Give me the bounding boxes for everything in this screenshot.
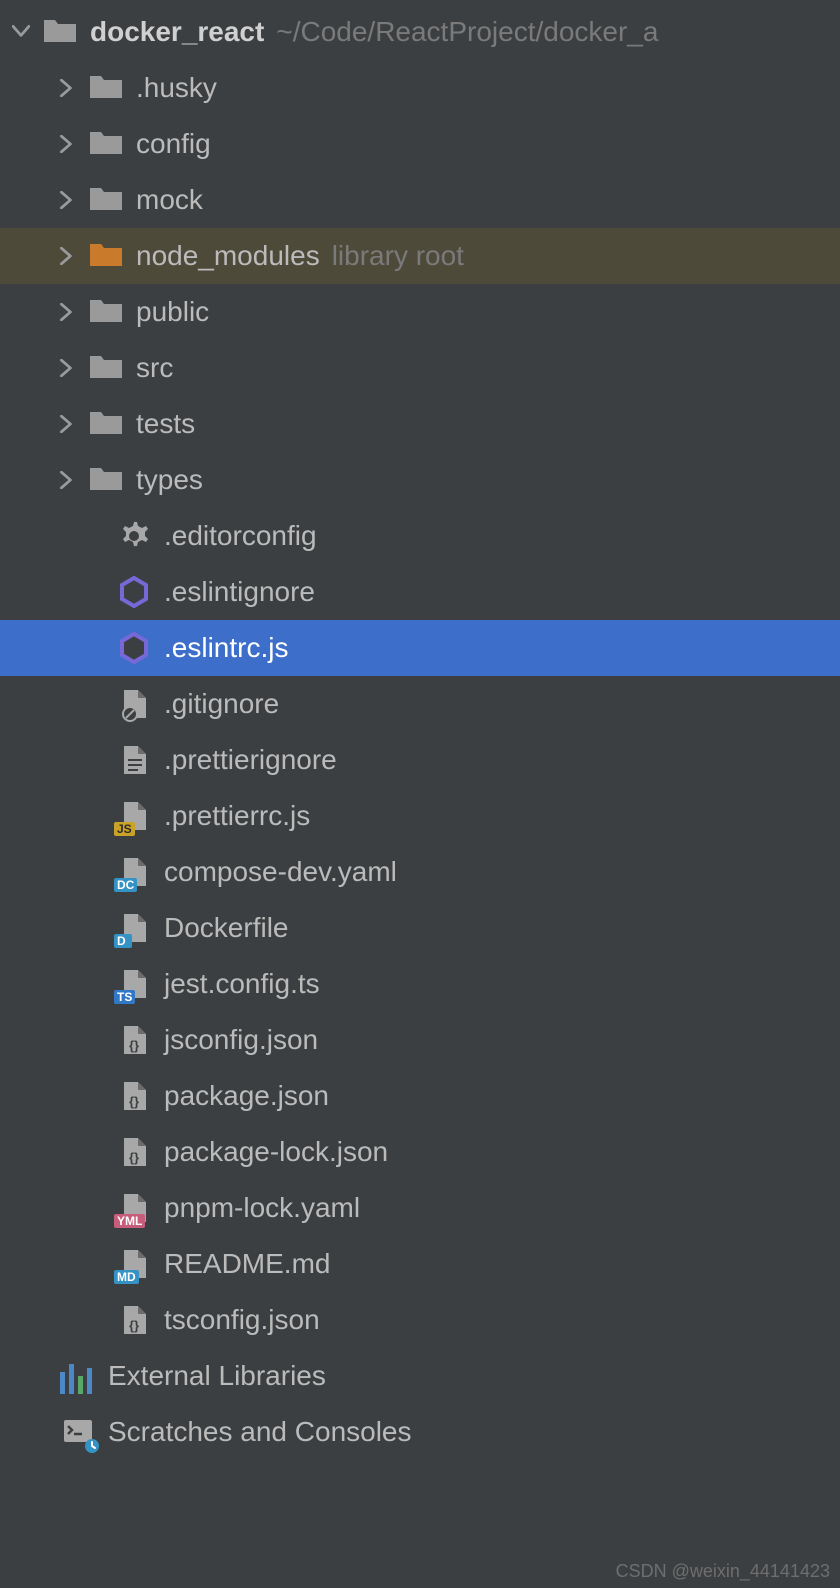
- folder-label: .husky: [136, 72, 217, 104]
- file-editorconfig[interactable]: .editorconfig: [0, 508, 840, 564]
- libraries-icon: [60, 1358, 96, 1394]
- folder-icon: [88, 294, 124, 330]
- chevron-right-icon[interactable]: [52, 415, 82, 433]
- folder-icon: [88, 406, 124, 442]
- file-eslintrc[interactable]: .eslintrc.js: [0, 620, 840, 676]
- folder-config[interactable]: config: [0, 116, 840, 172]
- scratches-label: Scratches and Consoles: [108, 1416, 412, 1448]
- file-compose[interactable]: DC compose-dev.yaml: [0, 844, 840, 900]
- folder-label: public: [136, 296, 209, 328]
- folder-src[interactable]: src: [0, 340, 840, 396]
- folder-public[interactable]: public: [0, 284, 840, 340]
- json-file-icon: [116, 1302, 152, 1338]
- file-eslintignore[interactable]: .eslintignore: [0, 564, 840, 620]
- json-file-icon: [116, 1022, 152, 1058]
- eslint-icon: [116, 574, 152, 610]
- folder-label: config: [136, 128, 211, 160]
- library-root-annotation: library root: [332, 240, 464, 272]
- ts-file-icon: TS: [116, 966, 152, 1002]
- file-jsconfig[interactable]: jsconfig.json: [0, 1012, 840, 1068]
- scratches-and-consoles[interactable]: Scratches and Consoles: [0, 1404, 840, 1460]
- dockerfile-icon: D: [116, 910, 152, 946]
- folder-icon: [88, 126, 124, 162]
- folder-icon: [88, 462, 124, 498]
- chevron-right-icon[interactable]: [52, 191, 82, 209]
- file-package[interactable]: package.json: [0, 1068, 840, 1124]
- file-label: README.md: [164, 1248, 330, 1280]
- file-pnpmlock[interactable]: YML pnpm-lock.yaml: [0, 1180, 840, 1236]
- folder-node-modules[interactable]: node_modules library root: [0, 228, 840, 284]
- folder-label: node_modules: [136, 240, 320, 272]
- file-label: .editorconfig: [164, 520, 317, 552]
- root-name: docker_react: [90, 16, 264, 48]
- file-label: .eslintignore: [164, 576, 315, 608]
- js-file-icon: JS: [116, 798, 152, 834]
- file-label: Dockerfile: [164, 912, 288, 944]
- folder-types[interactable]: types: [0, 452, 840, 508]
- file-label: package-lock.json: [164, 1136, 388, 1168]
- watermark: CSDN @weixin_44141423: [616, 1561, 830, 1582]
- file-label: jsconfig.json: [164, 1024, 318, 1056]
- folder-mock[interactable]: mock: [0, 172, 840, 228]
- root-path: ~/Code/ReactProject/docker_a: [276, 16, 658, 48]
- chevron-right-icon[interactable]: [52, 247, 82, 265]
- file-gitignore[interactable]: .gitignore: [0, 676, 840, 732]
- file-dockerfile[interactable]: D Dockerfile: [0, 900, 840, 956]
- file-label: jest.config.ts: [164, 968, 320, 1000]
- file-label: .gitignore: [164, 688, 279, 720]
- chevron-right-icon[interactable]: [52, 135, 82, 153]
- folder-label: types: [136, 464, 203, 496]
- json-file-icon: [116, 1078, 152, 1114]
- docker-compose-icon: DC: [116, 854, 152, 890]
- markdown-file-icon: MD: [116, 1246, 152, 1282]
- file-prettierrc[interactable]: JS .prettierrc.js: [0, 788, 840, 844]
- folder-icon: [88, 70, 124, 106]
- chevron-right-icon[interactable]: [52, 303, 82, 321]
- folder-icon: [88, 238, 124, 274]
- chevron-down-icon[interactable]: [6, 23, 36, 41]
- folder-icon: [88, 350, 124, 386]
- file-readme[interactable]: MD README.md: [0, 1236, 840, 1292]
- scratches-icon: [60, 1414, 96, 1450]
- file-tsconfig[interactable]: tsconfig.json: [0, 1292, 840, 1348]
- folder-husky[interactable]: .husky: [0, 60, 840, 116]
- folder-label: mock: [136, 184, 203, 216]
- yaml-file-icon: YML: [116, 1190, 152, 1226]
- folder-icon: [42, 14, 78, 50]
- external-libraries-label: External Libraries: [108, 1360, 326, 1392]
- gear-icon: [116, 518, 152, 554]
- file-label: .eslintrc.js: [164, 632, 288, 664]
- external-libraries[interactable]: External Libraries: [0, 1348, 840, 1404]
- file-prettierignore[interactable]: .prettierignore: [0, 732, 840, 788]
- tree-root[interactable]: docker_react ~/Code/ReactProject/docker_…: [0, 4, 840, 60]
- json-file-icon: [116, 1134, 152, 1170]
- file-label: pnpm-lock.yaml: [164, 1192, 360, 1224]
- file-packagelock[interactable]: package-lock.json: [0, 1124, 840, 1180]
- file-label: compose-dev.yaml: [164, 856, 397, 888]
- chevron-right-icon[interactable]: [52, 471, 82, 489]
- file-label: tsconfig.json: [164, 1304, 320, 1336]
- chevron-right-icon[interactable]: [52, 79, 82, 97]
- file-label: .prettierignore: [164, 744, 337, 776]
- folder-tests[interactable]: tests: [0, 396, 840, 452]
- file-label: package.json: [164, 1080, 329, 1112]
- file-jestconfig[interactable]: TS jest.config.ts: [0, 956, 840, 1012]
- project-tree: docker_react ~/Code/ReactProject/docker_…: [0, 0, 840, 1460]
- file-label: .prettierrc.js: [164, 800, 310, 832]
- eslint-icon: [116, 630, 152, 666]
- folder-label: tests: [136, 408, 195, 440]
- file-ignore-icon: [116, 686, 152, 722]
- chevron-right-icon[interactable]: [52, 359, 82, 377]
- folder-label: src: [136, 352, 173, 384]
- folder-icon: [88, 182, 124, 218]
- file-text-icon: [116, 742, 152, 778]
